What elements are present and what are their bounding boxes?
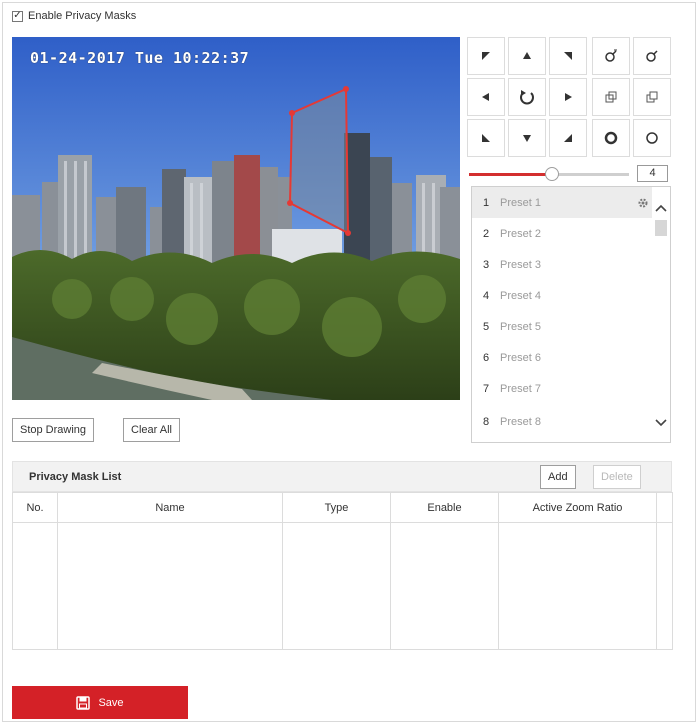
- preset-name: Preset 8: [500, 415, 541, 428]
- preset-item[interactable]: 6 Preset 6: [472, 342, 654, 373]
- enable-privacy-label: Enable Privacy Masks: [28, 10, 137, 22]
- preset-number: 4: [482, 289, 490, 302]
- preset-name: Preset 6: [500, 351, 541, 364]
- preset-item[interactable]: 7 Preset 7: [472, 373, 654, 404]
- zoom-out-icon: [646, 50, 658, 62]
- iris-close-icon: [646, 132, 658, 144]
- empty-cell: [498, 522, 657, 650]
- preset-item[interactable]: 3 Preset 3: [472, 249, 654, 280]
- arrow-down-icon: [523, 135, 531, 142]
- column-header-name: Name: [57, 492, 283, 523]
- ptz-control-pad: [467, 37, 671, 161]
- preset-item[interactable]: 8 Preset 8: [472, 406, 654, 437]
- focus-far-icon: [646, 91, 658, 103]
- chevron-down-icon: [655, 419, 667, 427]
- auto-rotate-icon: [520, 90, 534, 105]
- column-header-no: No.: [12, 492, 58, 523]
- preset-number: 7: [482, 382, 490, 395]
- preset-name: Preset 3: [500, 258, 541, 271]
- iris-open-button[interactable]: [592, 119, 630, 157]
- empty-cell: [12, 522, 58, 650]
- arrow-up-icon: [523, 52, 531, 59]
- enable-privacy-row[interactable]: ✓ Enable Privacy Masks: [12, 10, 136, 22]
- arrow-down-right-icon: [564, 134, 572, 142]
- speed-fill: [469, 173, 553, 176]
- scroll-up-button[interactable]: [654, 201, 668, 215]
- stop-drawing-button[interactable]: Stop Drawing: [12, 418, 95, 442]
- privacy-mask-table: No. Name Type Enable Active Zoom Ratio: [12, 492, 673, 650]
- empty-cell: [57, 522, 283, 650]
- column-header-enable: Enable: [390, 492, 499, 523]
- preset-name: Preset 2: [500, 227, 541, 240]
- preset-name: Preset 7: [500, 382, 541, 395]
- privacy-mask-list-header: Privacy Mask List Add Delete: [12, 461, 672, 492]
- speed-knob[interactable]: [545, 167, 560, 181]
- pan-up-right-button[interactable]: [549, 37, 587, 75]
- column-header-active-zoom-ratio: Active Zoom Ratio: [498, 492, 657, 523]
- preset-number: 6: [482, 351, 490, 364]
- add-mask-button[interactable]: Add: [540, 465, 576, 489]
- preset-item[interactable]: 1 Preset 1: [472, 187, 654, 218]
- preset-item[interactable]: 4 Preset 4: [472, 280, 654, 311]
- column-header-spacer: [656, 492, 673, 523]
- iris-open-icon: [604, 131, 618, 145]
- arrow-right-icon: [565, 93, 572, 101]
- preset-name: Preset 1: [500, 196, 541, 209]
- column-header-type: Type: [282, 492, 391, 523]
- focus-near-button[interactable]: [592, 78, 630, 116]
- osd-timestamp: 01-24-2017 Tue 10:22:37: [30, 49, 250, 67]
- privacy-mask-list-title: Privacy Mask List: [29, 471, 122, 483]
- preset-number: 8: [482, 415, 490, 428]
- empty-cell: [282, 522, 391, 650]
- pan-left-button[interactable]: [467, 78, 505, 116]
- save-label: Save: [98, 696, 124, 709]
- preset-name: Preset 5: [500, 320, 541, 333]
- arrow-left-icon: [482, 93, 489, 101]
- zoom-out-button[interactable]: [633, 37, 671, 75]
- pan-down-button[interactable]: [508, 119, 546, 157]
- arrow-down-left-icon: [482, 134, 490, 142]
- preset-settings-button[interactable]: [632, 197, 654, 209]
- scroll-down-button[interactable]: [654, 416, 668, 430]
- pan-up-left-button[interactable]: [467, 37, 505, 75]
- preset-list: 1 Preset 1 2 Preset 2 3 Preset 3 4 Prese…: [471, 186, 671, 443]
- delete-mask-button[interactable]: Delete: [593, 465, 641, 489]
- video-scene: [12, 37, 460, 400]
- preset-name: Preset 4: [500, 289, 541, 302]
- preset-number: 5: [482, 320, 490, 333]
- gear-icon: [638, 198, 648, 207]
- live-video[interactable]: 01-24-2017 Tue 10:22:37: [12, 37, 460, 400]
- empty-cell: [656, 522, 673, 650]
- preset-number: 2: [482, 227, 490, 240]
- pan-down-right-button[interactable]: [549, 119, 587, 157]
- clear-all-button[interactable]: Clear All: [123, 418, 180, 442]
- ptz-speed-slider[interactable]: 4: [469, 165, 669, 183]
- floppy-disk-icon: [76, 695, 91, 710]
- zoom-in-icon: [605, 49, 617, 62]
- focus-near-icon: [605, 91, 617, 103]
- table-header-row: No. Name Type Enable Active Zoom Ratio: [12, 492, 673, 523]
- arrow-up-left-icon: [482, 52, 490, 60]
- empty-cell: [390, 522, 499, 650]
- preset-item[interactable]: 5 Preset 5: [472, 311, 654, 342]
- preset-scrollbar[interactable]: [652, 187, 670, 442]
- scroll-thumb[interactable]: [655, 220, 667, 236]
- arrow-up-right-icon: [564, 52, 572, 60]
- enable-privacy-checkbox[interactable]: ✓: [12, 10, 23, 22]
- chevron-up-icon: [655, 204, 667, 212]
- focus-far-button[interactable]: [633, 78, 671, 116]
- pan-down-left-button[interactable]: [467, 119, 505, 157]
- pan-right-button[interactable]: [549, 78, 587, 116]
- speed-value-field[interactable]: 4: [637, 165, 668, 182]
- table-empty-row: [12, 522, 673, 650]
- auto-rotate-button[interactable]: [508, 78, 546, 116]
- zoom-in-button[interactable]: [592, 37, 630, 75]
- preset-item[interactable]: 2 Preset 2: [472, 218, 654, 249]
- preset-number: 3: [482, 258, 490, 271]
- iris-close-button[interactable]: [633, 119, 671, 157]
- preset-number: 1: [482, 196, 490, 209]
- pan-up-button[interactable]: [508, 37, 546, 75]
- save-button[interactable]: Save: [12, 686, 188, 719]
